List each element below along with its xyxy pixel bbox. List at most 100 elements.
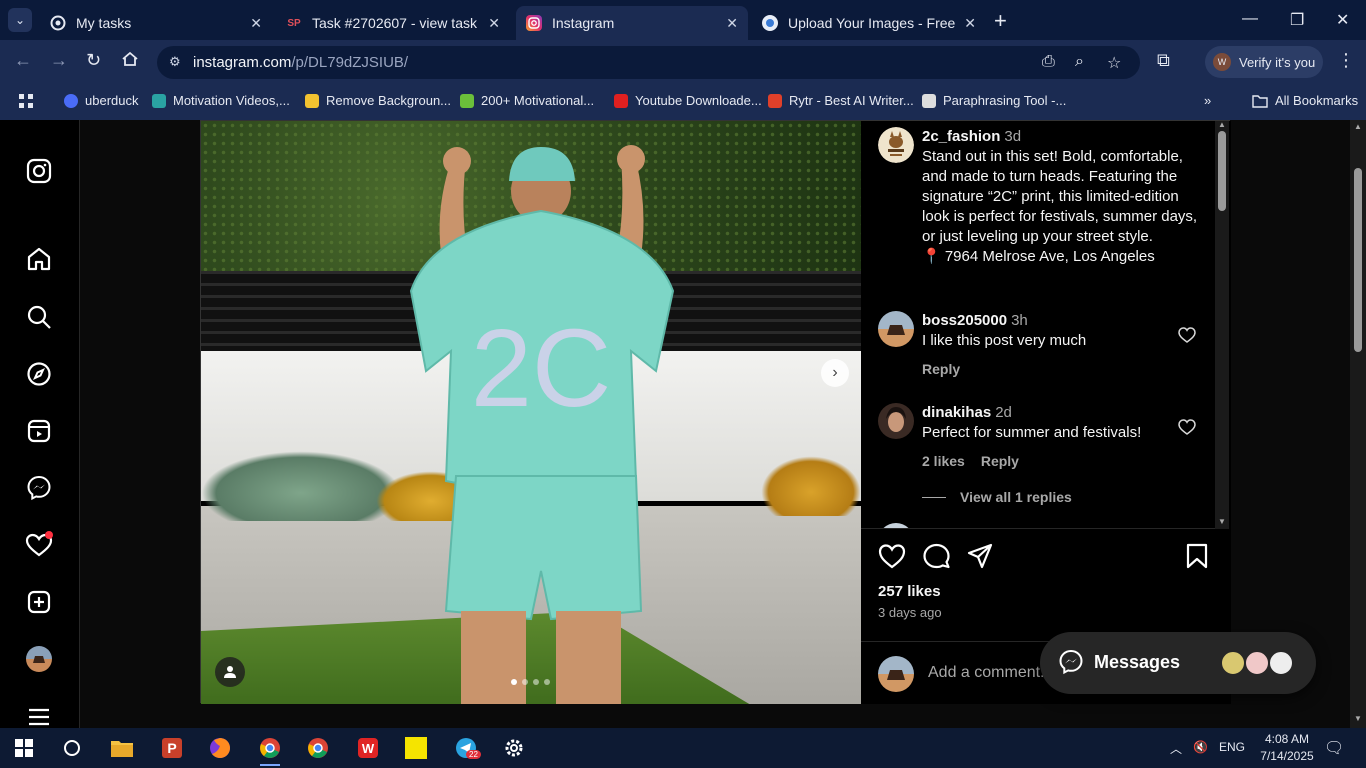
search-icon[interactable]: [24, 302, 54, 332]
like-heart-icon[interactable]: [878, 543, 906, 569]
reply-button[interactable]: Reply: [981, 453, 1019, 469]
comment-icon[interactable]: [923, 543, 950, 569]
close-icon[interactable]: ✕: [488, 15, 500, 32]
post-date[interactable]: 3 days ago: [878, 605, 942, 620]
instagram-logo-icon[interactable]: [24, 156, 54, 186]
tab-my-tasks[interactable]: My tasks ✕: [40, 6, 272, 40]
home-icon[interactable]: [24, 244, 54, 274]
scroll-down-arrow-icon[interactable]: ▼: [1354, 714, 1362, 723]
like-comment-heart-icon[interactable]: [1178, 327, 1196, 343]
address-bar[interactable]: ⚙ instagram.com/p/DL79dZJSIUB/ ⎙ ⌕ ☆: [157, 46, 1140, 79]
profile-avatar[interactable]: [24, 644, 54, 674]
share-icon[interactable]: [967, 543, 993, 569]
tagged-users-button[interactable]: [215, 657, 245, 687]
avatar[interactable]: [878, 311, 914, 347]
clock[interactable]: 4:08 AM 7/14/2025: [1252, 731, 1322, 765]
back-button[interactable]: ←: [14, 50, 32, 71]
tab-instagram[interactable]: Instagram ✕: [516, 6, 748, 40]
caption-time[interactable]: 3d: [1004, 128, 1021, 145]
new-tab-button[interactable]: +: [994, 8, 1007, 34]
tab-upload-images[interactable]: Upload Your Images - Free Imag ✕: [752, 6, 986, 40]
site-info-icon[interactable]: ⚙: [169, 54, 181, 70]
start-windows-icon[interactable]: [8, 734, 40, 762]
tab-search-button[interactable]: ⌄: [8, 8, 32, 32]
avatar[interactable]: [878, 403, 914, 439]
zoom-icon[interactable]: ⌕: [1075, 53, 1084, 71]
minimize-button[interactable]: —: [1242, 10, 1258, 28]
caption-username[interactable]: 2c_fashion: [922, 128, 1000, 145]
tray-overflow-chevron-up-icon[interactable]: ︿: [1170, 740, 1182, 757]
avatar[interactable]: [878, 523, 914, 528]
comments-list[interactable]: 2c_fashion 3d Stand out in this set! Bold…: [861, 121, 1215, 529]
reload-button[interactable]: ↻: [86, 50, 101, 71]
telegram-icon[interactable]: 22: [450, 734, 482, 762]
chrome-icon[interactable]: [302, 734, 334, 762]
bookmark-item[interactable]: Remove Backgroun...: [305, 93, 451, 108]
all-bookmarks-button[interactable]: All Bookmarks: [1252, 93, 1358, 108]
messages-label: Messages: [1094, 652, 1181, 672]
bookmark-item[interactable]: uberduck: [64, 93, 138, 108]
post-image[interactable]: 2C ›: [201, 121, 861, 704]
tab-task-view[interactable]: SP Task #2702607 - view task ✕: [276, 6, 510, 40]
scrollbar-thumb[interactable]: [1354, 168, 1362, 352]
wps-office-icon[interactable]: W: [352, 734, 384, 762]
view-replies-button[interactable]: View all 1 replies: [922, 489, 1072, 505]
comment-username[interactable]: boss205000: [922, 312, 1007, 329]
volume-muted-icon[interactable]: 🔇: [1193, 740, 1208, 754]
bookmark-star-icon[interactable]: ☆: [1107, 53, 1121, 73]
bookmark-item[interactable]: Paraphrasing Tool -...: [922, 93, 1066, 108]
comment-time[interactable]: 2d: [995, 404, 1012, 421]
page-scrollbar[interactable]: ▲ ▼: [1350, 120, 1366, 728]
close-window-button[interactable]: ✕: [1336, 10, 1349, 30]
language-indicator[interactable]: ENG: [1219, 740, 1245, 754]
notifications-icon[interactable]: 🗨: [1324, 738, 1344, 758]
likes-count[interactable]: 257 likes: [878, 583, 941, 600]
close-icon[interactable]: ✕: [250, 15, 262, 32]
url-text[interactable]: instagram.com/p/DL79dZJSIUB/: [193, 54, 408, 71]
forward-button[interactable]: →: [50, 50, 68, 71]
comment-time[interactable]: 3h: [1011, 312, 1028, 329]
settings-gear-icon[interactable]: [498, 734, 530, 762]
file-explorer-icon[interactable]: [106, 734, 138, 762]
chrome-profile-icon[interactable]: [254, 734, 286, 766]
close-icon[interactable]: ✕: [726, 15, 738, 32]
next-image-button[interactable]: ›: [821, 359, 849, 387]
close-icon[interactable]: ✕: [964, 15, 976, 32]
comments-scrollbar[interactable]: ▲ ▼: [1215, 120, 1229, 529]
scroll-up-arrow-icon[interactable]: ▲: [1354, 122, 1362, 131]
reels-icon[interactable]: [24, 416, 54, 446]
scroll-down-arrow-icon[interactable]: ▼: [1218, 517, 1226, 526]
sticky-app-icon[interactable]: [400, 734, 432, 762]
apps-icon[interactable]: [18, 93, 34, 109]
bookmark-item[interactable]: Rytr - Best AI Writer...: [768, 93, 914, 108]
bookmark-item[interactable]: Youtube Downloade...: [614, 93, 762, 108]
extensions-icon[interactable]: ⧉: [1157, 50, 1170, 71]
notifications-heart-icon[interactable]: [24, 530, 54, 560]
firefox-icon[interactable]: [204, 734, 236, 762]
bookmark-item[interactable]: Motivation Videos,...: [152, 93, 290, 108]
scroll-up-arrow-icon[interactable]: ▲: [1218, 120, 1226, 129]
like-comment-heart-icon[interactable]: [1178, 419, 1196, 435]
comment-username[interactable]: dinakihas: [922, 404, 991, 421]
profile-button[interactable]: W Verify it's you: [1205, 46, 1323, 78]
explore-icon[interactable]: [24, 359, 54, 389]
messages-button[interactable]: Messages: [1040, 632, 1316, 694]
post-actions: [878, 543, 1214, 573]
more-menu-icon[interactable]: [24, 702, 54, 728]
cortana-search-icon[interactable]: [56, 734, 88, 762]
messenger-icon[interactable]: [24, 473, 54, 503]
create-icon[interactable]: [24, 587, 54, 617]
install-app-icon[interactable]: ⎙: [1042, 53, 1055, 71]
powerpoint-icon[interactable]: P: [156, 734, 188, 762]
bookmark-item[interactable]: 200+ Motivational...: [460, 93, 594, 108]
comment-likes[interactable]: 2 likes: [922, 453, 965, 469]
reply-button[interactable]: Reply: [922, 361, 960, 377]
home-button[interactable]: [121, 50, 139, 73]
save-bookmark-icon[interactable]: [1186, 543, 1208, 569]
restore-button[interactable]: ❐: [1290, 10, 1304, 30]
avatar[interactable]: [878, 127, 914, 163]
more-menu-icon[interactable]: ⋮: [1337, 50, 1355, 71]
scrollbar-thumb[interactable]: [1218, 131, 1226, 211]
add-comment-input[interactable]: Add a comment...: [928, 664, 1053, 682]
bookmarks-overflow-icon[interactable]: »: [1204, 93, 1211, 108]
